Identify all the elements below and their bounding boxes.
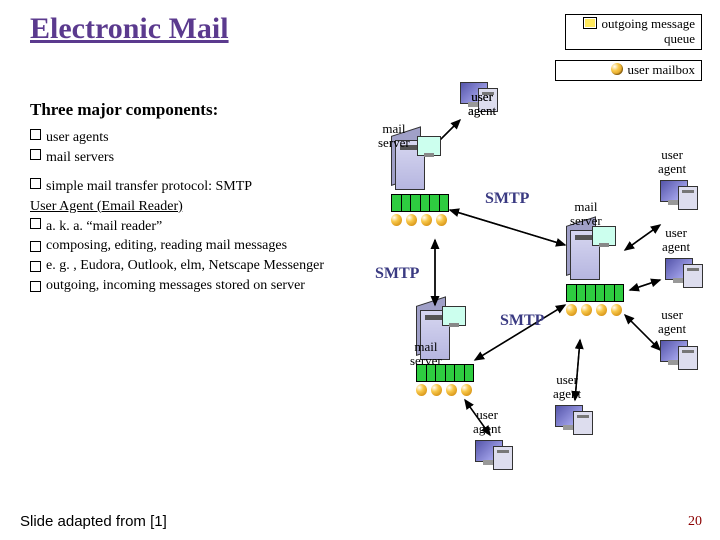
mail-server-label: mail server: [570, 200, 602, 227]
bullet-icon: [30, 149, 41, 160]
bullet-2: mail servers: [46, 150, 114, 165]
user-agent-label: user agent: [658, 308, 686, 335]
mail-server-label: mail server: [410, 340, 442, 367]
user-agent-label: user agent: [473, 408, 501, 435]
mail-server-icon: [570, 230, 600, 280]
user-agent-icon: [660, 340, 698, 372]
bullet-icon: [30, 178, 41, 189]
footer-citation: Slide adapted from [1]: [20, 513, 167, 530]
body-text: user agents mail servers simple mail tra…: [30, 128, 330, 297]
bullet-icon: [30, 261, 41, 272]
user-agent-label: user agent: [468, 90, 496, 117]
user-agent-label: user agent: [553, 373, 581, 400]
legend-mailbox-text: user mailbox: [627, 62, 695, 77]
bullet-1: user agents: [46, 130, 109, 145]
mailbox-swatch-icon: [611, 63, 623, 75]
components-subtitle: Three major components:: [30, 100, 218, 120]
smtp-label: SMTP: [375, 265, 419, 283]
user-agent-icon: [665, 258, 703, 290]
user-agent-label: user agent: [662, 226, 690, 253]
user-agent-label: user agent: [658, 148, 686, 175]
legend-outgoing-queue: outgoing message queue: [565, 14, 702, 50]
smtp-label: SMTP: [500, 312, 544, 330]
mail-server-label: mail server: [378, 122, 410, 149]
smtp-label: SMTP: [485, 190, 529, 208]
subheading-user-agent: User Agent (Email Reader): [30, 198, 330, 217]
queue-swatch-icon: [583, 17, 597, 29]
page-number: 20: [688, 514, 702, 530]
legend-queue-text: outgoing message queue: [601, 16, 695, 46]
slide-title: Electronic Mail: [30, 12, 229, 46]
diagram: mail server mail server mail server user…: [340, 80, 710, 500]
user-agent-icon: [660, 180, 698, 212]
bullet-7: outgoing, incoming messages stored on se…: [46, 277, 305, 296]
user-agent-icon: [555, 405, 593, 437]
bullet-5: composing, editing, reading mail message…: [46, 237, 287, 256]
bullet-icon: [30, 218, 41, 229]
bullet-icon: [30, 281, 41, 292]
bullet-6: e. g. , Eudora, Outlook, elm, Netscape M…: [46, 257, 324, 276]
bullet-4: a. k. a. “mail reader”: [46, 219, 162, 234]
bullet-icon: [30, 241, 41, 252]
legend-user-mailbox: user mailbox: [555, 60, 702, 81]
user-agent-icon: [475, 440, 513, 472]
bullet-3: simple mail transfer protocol: SMTP: [46, 179, 252, 194]
bullet-icon: [30, 129, 41, 140]
